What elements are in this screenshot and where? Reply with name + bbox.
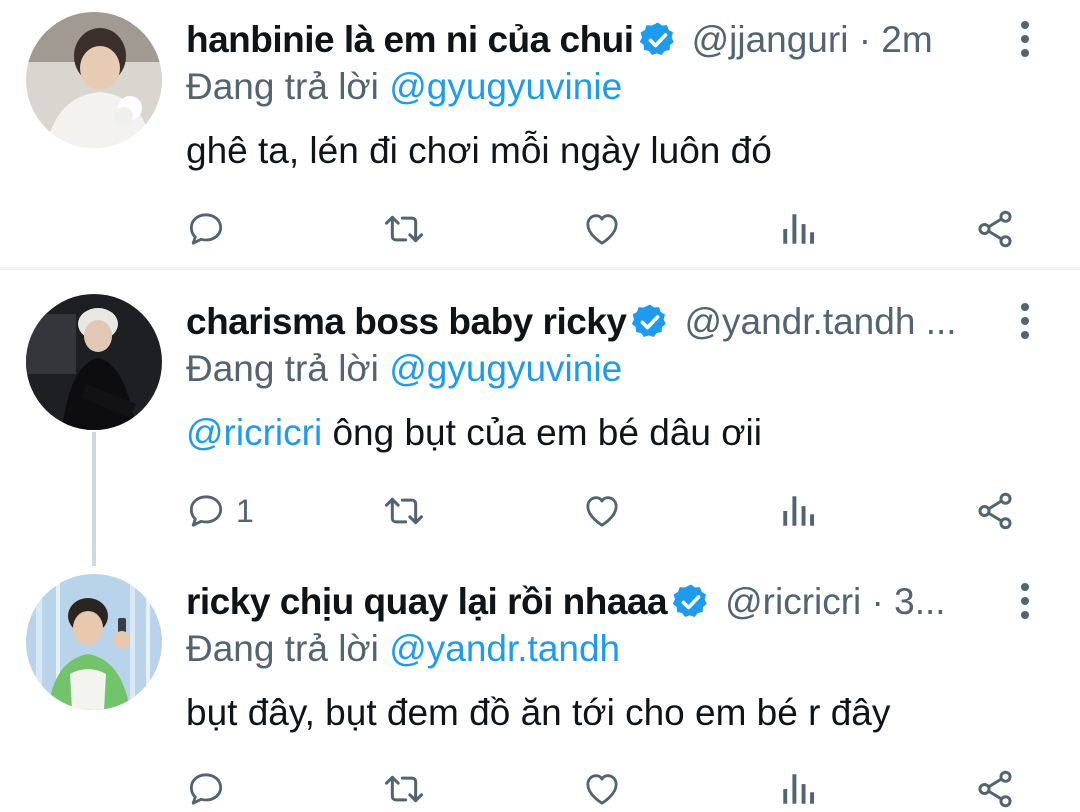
thread-connector: [92, 432, 96, 566]
more-options-icon[interactable]: [1010, 580, 1040, 622]
share-icon: [978, 770, 1012, 808]
retweet-button[interactable]: [382, 206, 426, 252]
handle-and-time: @yandr.tandh ...: [684, 301, 957, 342]
tweet-header: hanbinie là em ni của chui @jjanguri · 2…: [186, 12, 970, 68]
verified-badge-icon: [630, 302, 670, 342]
like-button[interactable]: [582, 766, 622, 812]
retweet-icon: [385, 497, 423, 525]
reply-button[interactable]: [186, 766, 226, 812]
replying-to-handle[interactable]: @yandr.tandh: [389, 628, 620, 669]
display-name[interactable]: ricky chịu quay lại rồi nhaaa: [186, 581, 668, 623]
tweet-body: ghê ta, lén đi chơi mỗi ngày luôn đó: [186, 130, 772, 171]
share-icon: [978, 210, 1012, 248]
speech-bubble-icon: [189, 773, 223, 805]
replying-to-handle[interactable]: @gyugyuvinie: [389, 66, 622, 107]
retweet-icon: [385, 775, 423, 803]
heart-icon: [586, 214, 618, 245]
retweet-button[interactable]: [382, 766, 426, 812]
reply-button[interactable]: [186, 206, 226, 252]
retweet-icon: [385, 215, 423, 243]
views-button[interactable]: [780, 488, 816, 534]
tweet-body: bụt đây, bụt đem đồ ăn tới cho em bé r đ…: [186, 692, 891, 733]
avatar[interactable]: [26, 12, 162, 148]
verified-badge-icon: [638, 20, 678, 60]
bar-chart-icon: [783, 214, 815, 244]
bar-chart-icon: [783, 496, 815, 526]
replying-to-label: Đang trả lời: [186, 628, 379, 669]
replying-to-handle[interactable]: @gyugyuvinie: [389, 348, 622, 389]
avatar[interactable]: [26, 574, 162, 710]
replying-to-label: Đang trả lời: [186, 348, 379, 389]
replying-to-label: Đang trả lời: [186, 66, 379, 107]
tweet-header: charisma boss baby ricky @yandr.tandh ..…: [186, 294, 970, 350]
tweet-text: bụt đây, bụt đem đồ ăn tới cho em bé r đ…: [186, 692, 890, 734]
replying-to: Đang trả lời @yandr.tandh: [186, 628, 620, 670]
tweet-2[interactable]: charisma boss baby ricky @yandr.tandh ..…: [0, 282, 1080, 566]
heart-icon: [586, 496, 618, 527]
display-name[interactable]: charisma boss baby ricky: [186, 301, 627, 343]
speech-bubble-icon: [189, 495, 223, 527]
share-button[interactable]: [974, 766, 1016, 812]
share-button[interactable]: [974, 206, 1016, 252]
action-bar: [186, 766, 1026, 812]
reply-count: 1: [236, 492, 254, 529]
tweet-text: ghê ta, lén đi chơi mỗi ngày luôn đó: [186, 130, 772, 172]
bar-chart-icon: [783, 774, 815, 804]
tweet-divider: [0, 267, 1080, 270]
tweet-header: ricky chịu quay lại rồi nhaaa @ricricri …: [186, 574, 970, 630]
more-options-icon[interactable]: [1010, 300, 1040, 342]
replying-to: Đang trả lời @gyugyuvinie: [186, 348, 622, 390]
replying-to: Đang trả lời @gyugyuvinie: [186, 66, 622, 108]
tweet-body: ông bụt của em bé dâu ơii: [322, 412, 762, 453]
tweet-3[interactable]: ricky chịu quay lại rồi nhaaa @ricricri …: [0, 562, 1080, 810]
heart-icon: [586, 774, 618, 805]
views-button[interactable]: [780, 206, 816, 252]
action-bar: [186, 206, 1026, 252]
views-button[interactable]: [780, 766, 816, 812]
share-button[interactable]: [974, 488, 1016, 534]
avatar[interactable]: [26, 294, 162, 430]
display-name[interactable]: hanbinie là em ni của chui: [186, 19, 634, 61]
verified-badge-icon: [671, 582, 711, 622]
share-icon: [978, 492, 1012, 530]
more-options-icon[interactable]: [1010, 18, 1040, 60]
tweet-1[interactable]: hanbinie là em ni của chui @jjanguri · 2…: [0, 0, 1080, 268]
handle-and-time: @jjanguri · 2m: [691, 19, 933, 60]
like-button[interactable]: [582, 206, 622, 252]
like-button[interactable]: [582, 488, 622, 534]
action-bar: 1: [186, 488, 1026, 534]
reply-button[interactable]: 1: [186, 488, 254, 534]
retweet-button[interactable]: [382, 488, 426, 534]
tweet-text: @ricricri ông bụt của em bé dâu ơii: [186, 412, 762, 454]
mention-link[interactable]: @ricricri: [186, 412, 322, 453]
handle-and-time: @ricricri · 3...: [725, 581, 946, 622]
speech-bubble-icon: [189, 213, 223, 245]
